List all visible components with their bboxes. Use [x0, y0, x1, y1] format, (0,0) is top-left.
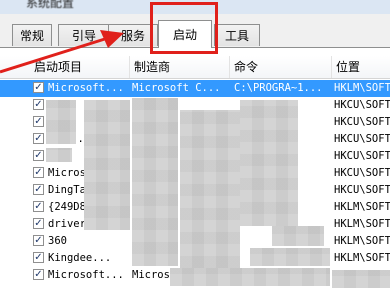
- row-checkbox[interactable]: ✓: [33, 269, 44, 280]
- mosaic-redaction: [46, 148, 72, 162]
- row-checkbox[interactable]: ✓: [33, 133, 44, 144]
- column-command[interactable]: 命令: [230, 56, 332, 78]
- row-checkbox[interactable]: ✓: [33, 82, 44, 93]
- cell-location: HKCU\SOFT: [334, 116, 390, 128]
- window-title: 系统配置: [26, 0, 75, 10]
- cell-command: C:\PROGRA~1...: [234, 82, 323, 94]
- row-checkbox[interactable]: ✓: [33, 150, 44, 161]
- row-checkbox[interactable]: ✓: [33, 235, 44, 246]
- cell-location: HKLM\SOFT: [334, 218, 390, 230]
- annotation-arrow-icon: [0, 30, 124, 74]
- row-checkbox[interactable]: ✓: [33, 167, 44, 178]
- cell-location: HKCU\SOFT: [334, 167, 390, 179]
- cell-location: HKLM\SOFT: [334, 252, 390, 264]
- mosaic-redaction: [84, 100, 130, 230]
- row-checkbox[interactable]: ✓: [33, 252, 44, 263]
- mosaic-redaction: [272, 226, 324, 246]
- cell-location: HKLM\SOFT: [334, 201, 390, 213]
- cell-item: 360: [48, 235, 67, 247]
- cell-maker: Microsoft C...: [132, 82, 221, 94]
- column-location[interactable]: 位置: [332, 56, 390, 78]
- annotation-highlight-box: [150, 2, 218, 54]
- mosaic-redaction: [132, 98, 178, 266]
- mosaic-redaction: [170, 268, 330, 286]
- cell-item: Microsoft...: [48, 269, 124, 281]
- cell-location: HKCU\SOFT: [334, 184, 390, 196]
- row-checkbox[interactable]: ✓: [33, 218, 44, 229]
- row-checkbox[interactable]: ✓: [33, 201, 44, 212]
- cell-location: HKCU\SOFT: [334, 133, 390, 145]
- column-manufacturer[interactable]: 制造商: [130, 56, 230, 78]
- cell-item: Kingdee...: [48, 252, 112, 264]
- cell-location: HKLM\SOFT: [334, 235, 390, 247]
- tab-tools[interactable]: 工具: [214, 24, 260, 46]
- mosaic-redaction: [332, 270, 390, 288]
- cell-item: Microsoft...: [48, 82, 124, 94]
- row-checkbox[interactable]: ✓: [33, 99, 44, 110]
- cell-location: HKLM\SOFT: [334, 82, 390, 94]
- table-row[interactable]: ✓ Microsoft... Microsoft C... C:\PROGRA~…: [0, 80, 390, 97]
- mosaic-redaction: [180, 110, 240, 280]
- mosaic-redaction: [240, 100, 298, 226]
- row-checkbox[interactable]: ✓: [33, 116, 44, 127]
- cell-location: HKCU\SOFT: [334, 99, 390, 111]
- startup-list[interactable]: 启动项目 制造商 命令 位置 ✓ Microsoft... Microsoft …: [0, 48, 390, 290]
- mosaic-redaction: [250, 248, 330, 266]
- cell-location: HKCU\SOFT: [334, 150, 390, 162]
- mosaic-redaction: [46, 100, 76, 144]
- row-checkbox[interactable]: ✓: [33, 184, 44, 195]
